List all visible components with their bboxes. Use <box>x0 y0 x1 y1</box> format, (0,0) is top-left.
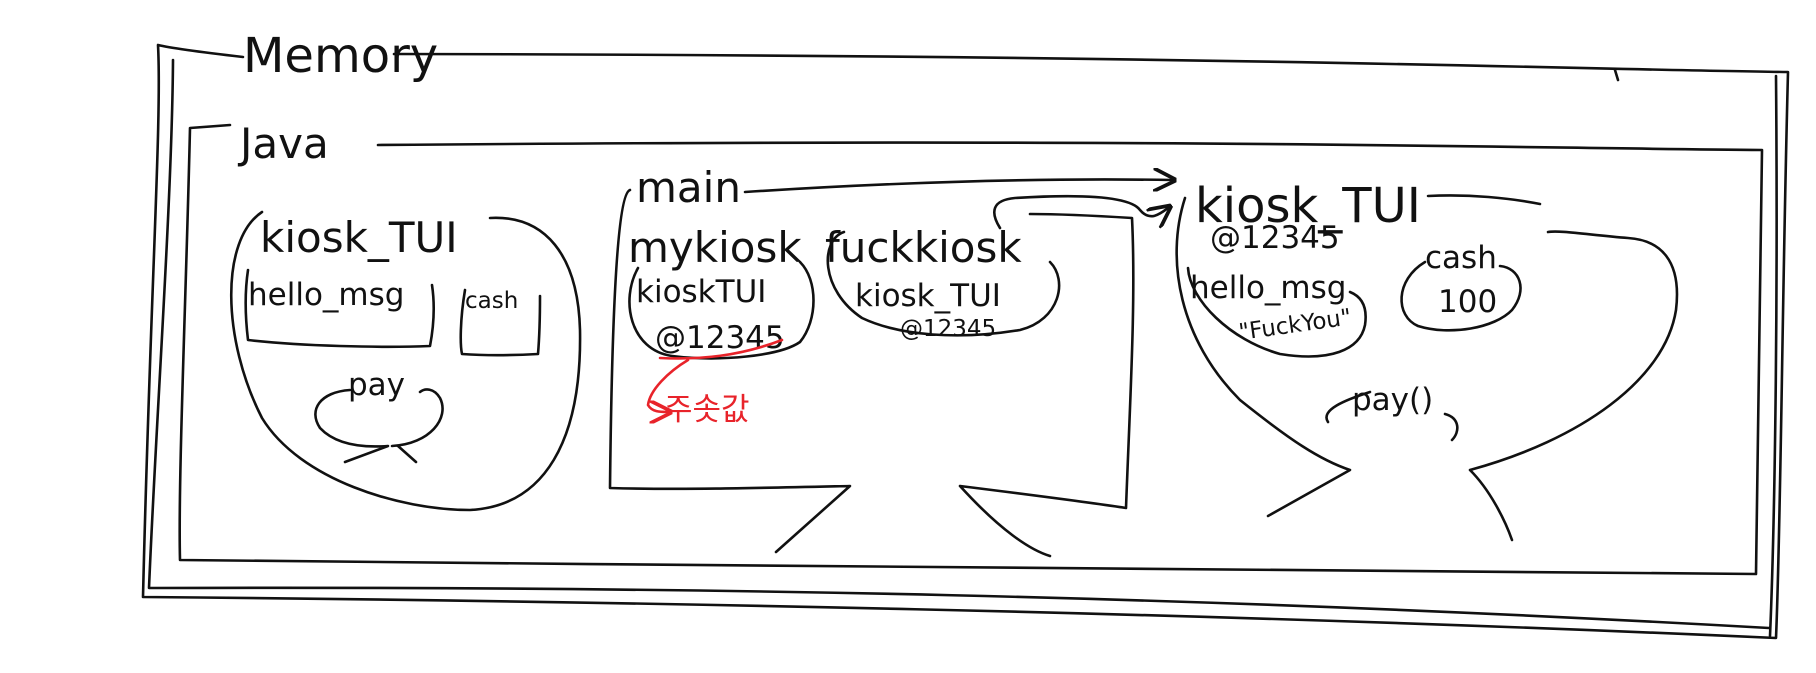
main-frame-title: main <box>636 163 741 212</box>
instance-address-label: @12345 <box>1210 220 1340 256</box>
memory-diagram: Memory Java kiosk_TUI hello_msg cash pay… <box>141 28 1790 640</box>
fuckkiosk-address-label: @12345 <box>900 316 996 342</box>
instance-pay-label: pay() <box>1352 382 1433 418</box>
field-hello-label: hello_msg <box>248 277 404 313</box>
mykiosk-type-label: kioskTUI <box>636 274 766 310</box>
java-region-border <box>178 123 1764 576</box>
method-pay-label: pay <box>348 367 405 403</box>
main-to-instance-arrow <box>743 180 1172 194</box>
field-cash-label: cash <box>465 288 518 314</box>
class-kiosk-title: kiosk_TUI <box>260 213 458 262</box>
instance-hello-label: hello_msg <box>1190 270 1346 306</box>
instance-cash-label: cash <box>1425 240 1497 276</box>
var-fuckkiosk-label: fuckkiosk <box>825 223 1022 272</box>
fuckkiosk-type-label: kiosk_TUI <box>855 278 1001 314</box>
instance-hello-value: "FuckYou" <box>1237 304 1353 346</box>
memory-border-tick <box>1613 68 1620 82</box>
var-mykiosk-label: mykiosk <box>628 223 802 272</box>
mykiosk-address-label: @12345 <box>655 320 785 356</box>
instance-cash-value: 100 <box>1438 284 1497 320</box>
memory-label: Memory <box>243 28 438 84</box>
java-label: Java <box>237 119 329 168</box>
address-note-label: 주솟값 <box>664 392 750 428</box>
